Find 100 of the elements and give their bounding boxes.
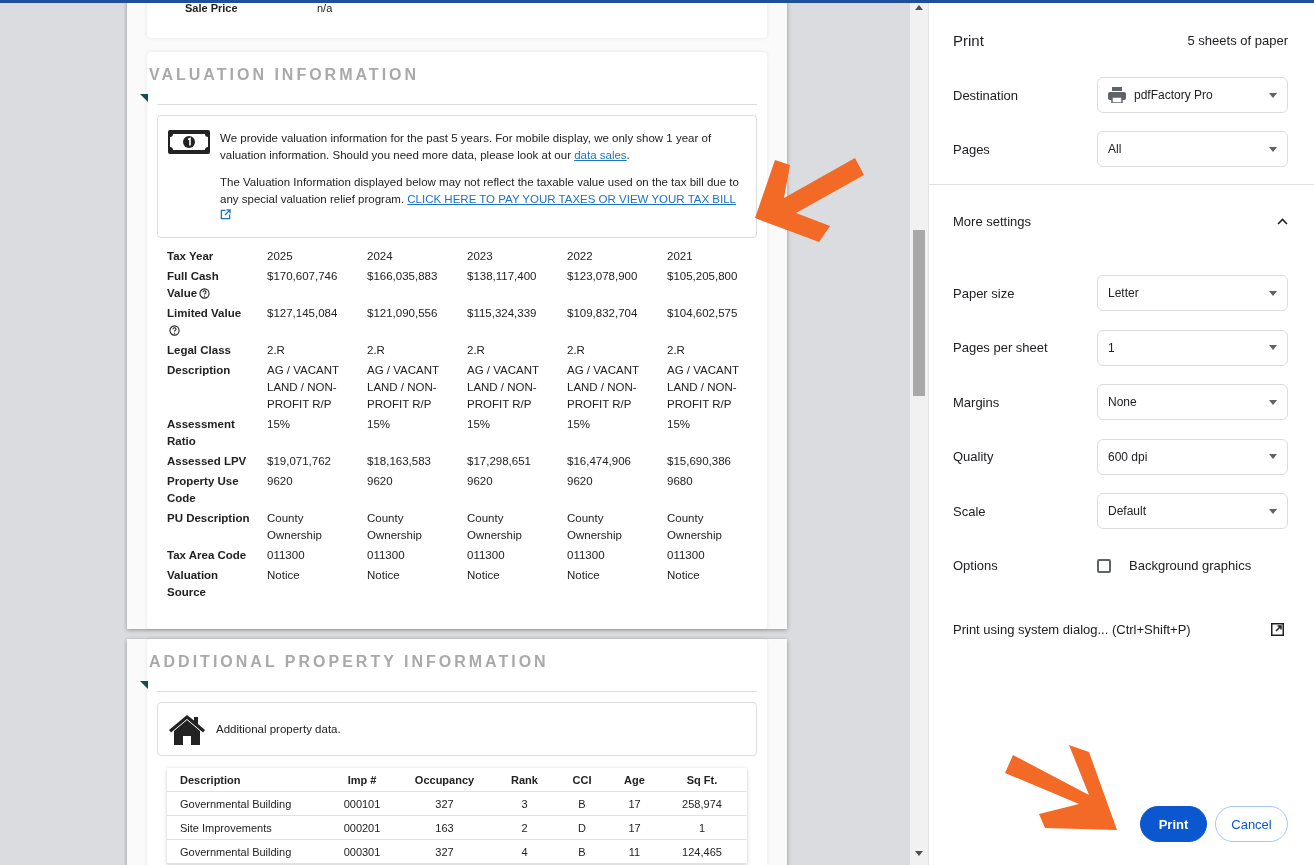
setting-label: Options [953,558,999,573]
settings-dropdown[interactable]: Letter [1097,275,1288,311]
table-cell-text: 17 [627,797,642,810]
setting-label: Scale [953,503,987,519]
table-cell-text: County Ownership [467,511,523,543]
table-cell-text: Governmental Building [179,845,293,858]
table-cell-text: Governmental Building [179,797,293,810]
help-icon[interactable] [169,325,180,336]
table-cell-text: County Ownership [267,511,323,543]
dropdown-caret-icon [1269,345,1277,350]
setting-label: Quality [953,449,995,464]
table-cell-text: AG / VACANT LAND / NON-PROFIT R/P [367,363,440,412]
checkbox-label: Background graphics [1129,558,1252,573]
table-cell-text: 2024 [367,249,394,264]
dropdown-caret-icon [1269,92,1277,98]
column-header: Description [179,773,242,786]
table-cell-text: 011300 [467,548,506,563]
table-cell-text: 4 [520,845,529,858]
table-cell-text: 3 [520,797,529,810]
dropdown-caret-icon [1269,454,1277,459]
scrollbar-thumb[interactable] [913,230,925,396]
table-cell-text: 327 [434,797,455,810]
settings-dropdown[interactable]: None [1097,384,1288,420]
table-cell-text: 15% [567,417,592,432]
banknote-icon [168,130,210,154]
table-cell-text: 011300 [267,548,306,563]
table-cell-text: County Ownership [367,511,423,543]
settings-dropdown[interactable]: Default [1097,493,1288,529]
external-link-icon[interactable] [1271,623,1284,636]
column-header: Rank [510,773,539,786]
section-title: VALUATION INFORMATION [149,66,421,84]
destination-dropdown[interactable]: pdfFactory Pro [1097,77,1288,113]
chevron-up-icon [1277,217,1288,225]
table-cell-text: $19,071,762 [267,454,332,469]
table-cell-text: 124,465 [681,845,723,858]
dropdown-caret-icon [1269,399,1277,405]
pay-taxes-link[interactable]: CLICK HERE TO PAY YOUR TAXES OR VIEW YOUR TAX BILL [407,193,736,205]
table-cell-text: 2.R [467,343,486,358]
table-cell-text: $16,474,906 [567,454,632,469]
checkbox[interactable] [1097,558,1111,573]
scroll-up-icon[interactable] [915,5,923,10]
info-text: Additional property data. [216,721,341,737]
row-label: Valuation Source [167,568,220,600]
row-label: Full Cash Value [167,269,220,301]
table-cell-text: 011300 [667,548,706,563]
cancel-button[interactable]: Cancel [1215,806,1288,842]
scrollbar[interactable] [910,0,928,865]
table-cell-text: 11 [627,845,642,858]
section-title: ADDITIONAL PROPERTY INFORMATION [149,653,550,671]
setting-label: Paper size [953,285,1016,301]
data-sales-link[interactable]: data sales [574,149,627,161]
table-cell-text: 15% [467,417,492,432]
table-cell-text: $138,117,400 [467,269,538,284]
table-cell-text: 163 [434,821,455,834]
setting-label: Pages per sheet [953,340,1049,355]
row-label: Assessment Ratio [167,417,236,449]
row-label: Legal Class [167,343,232,358]
table-cell-text: AG / VACANT LAND / NON-PROFIT R/P [667,363,740,412]
table-cell-text: County Ownership [567,511,623,543]
table-cell-text: $18,163,583 [367,454,432,469]
table-cell-text: Notice [367,568,401,583]
table-cell-text: $115,324,339 [467,306,538,321]
scroll-down-icon[interactable] [915,851,923,856]
table-cell-text: $104,602,575 [667,306,739,321]
info-text: We provide valuation information for the past 5 years. For mobile display, we only show 1 year of valuation information. Should you need more data, please look at our data sales. [220,131,713,163]
system-dialog-link[interactable]: Print using system dialog... (Ctrl+Shift+P) [953,622,1191,637]
table-cell-text: 2.R [367,343,386,358]
print-button[interactable]: Print [1140,806,1207,842]
table-cell-text: 15% [267,417,292,432]
column-header: Occupancy [413,773,476,786]
field-value: n/a [317,2,333,14]
table-cell-text: $121,090,556 [367,306,439,321]
table-cell-text: AG / VACANT LAND / NON-PROFIT R/P [267,363,340,412]
row-label: Assessed LPV [167,454,248,469]
row-label: Description [167,363,232,378]
ribbon-corner [140,94,148,102]
table-cell-text: $123,078,900 [567,269,639,284]
house-icon [168,713,206,745]
table-cell-text: 000101 [342,797,382,810]
setting-label: Pages [953,141,991,157]
table-cell-text: 15% [667,417,692,432]
settings-dropdown[interactable]: 600 dpi [1097,438,1288,475]
table-cell-text: 9620 [367,474,394,489]
table-cell-text: 000201 [342,821,382,834]
table-cell-text: 2.R [267,343,286,358]
dropdown-caret-icon [1269,508,1277,514]
field-label: Sale Price [185,2,239,14]
table-cell-text: 2022 [567,249,594,264]
table-cell-text: D [577,821,587,834]
table-cell-text: $15,690,386 [667,454,732,469]
settings-dropdown[interactable]: 1 [1097,329,1288,366]
table-cell-text: Notice [467,568,501,583]
row-label: Tax Area Code [167,548,248,563]
help-icon[interactable] [199,288,211,299]
setting-label: Margins [953,394,1001,410]
settings-dropdown[interactable]: All [1097,131,1288,167]
table-cell-text: 1 [697,821,707,834]
sheet-count: 5 sheets of paper [1187,32,1288,48]
table-cell-text: $109,832,704 [567,306,639,321]
table-cell-text: $166,035,883 [367,269,439,284]
